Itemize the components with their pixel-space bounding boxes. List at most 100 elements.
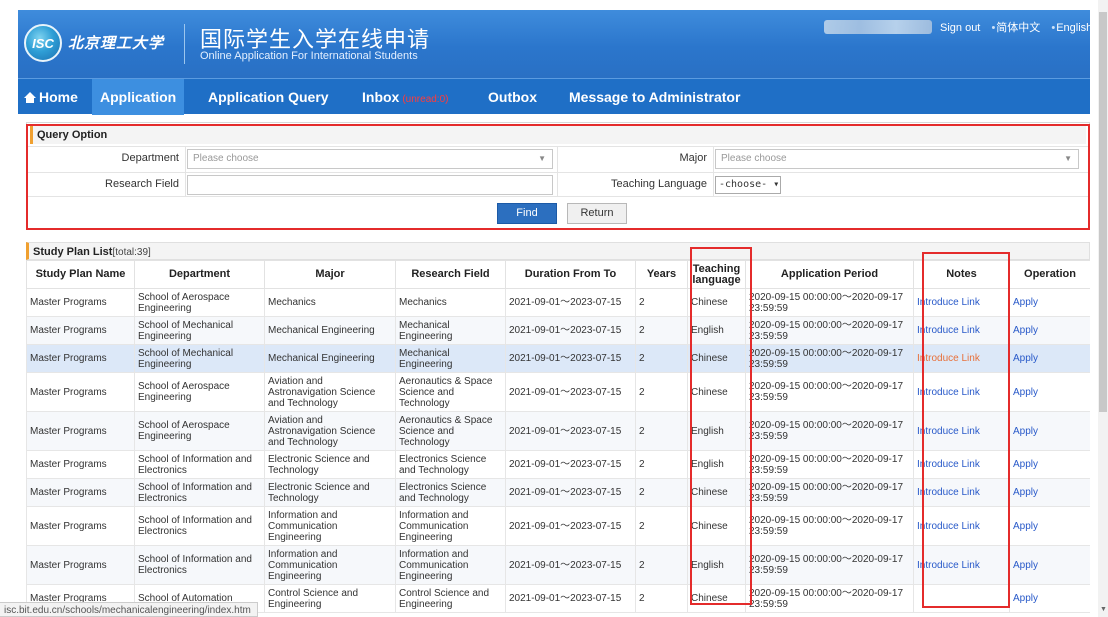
introduce-link[interactable]: Introduce Link bbox=[917, 297, 980, 308]
table-header-row: Study Plan Name Department Major Researc… bbox=[26, 260, 1090, 289]
table-row[interactable]: Master Programs School of Information an… bbox=[26, 545, 1090, 585]
list-total-count: [total:39] bbox=[112, 247, 151, 258]
nav-application[interactable]: Application bbox=[92, 79, 185, 115]
scrollbar-thumb[interactable] bbox=[1099, 12, 1107, 412]
isc-logo-icon[interactable]: ISC bbox=[24, 24, 62, 62]
apply-link[interactable]: Apply bbox=[1013, 426, 1038, 437]
research-field-cell: Information and Communication Engineerin… bbox=[395, 506, 506, 546]
introduce-link[interactable]: Introduce Link bbox=[917, 459, 980, 470]
table-row[interactable]: Master Programs School of Aerospace Engi… bbox=[26, 411, 1090, 451]
home-icon bbox=[24, 92, 36, 103]
teaching-language-cell: Chinese bbox=[687, 506, 746, 546]
col-header-operation[interactable]: Operation bbox=[1009, 260, 1090, 289]
col-header-teaching-language[interactable]: Teaching language bbox=[687, 260, 746, 289]
nav-message-admin[interactable]: Message to Administrator bbox=[569, 79, 740, 115]
bullet-icon: • bbox=[1051, 22, 1056, 34]
major-label: Major bbox=[679, 152, 707, 164]
col-header-department[interactable]: Department bbox=[134, 260, 265, 289]
nav-home[interactable]: Home bbox=[24, 79, 78, 115]
col-header-plan-name[interactable]: Study Plan Name bbox=[26, 260, 135, 289]
table-row[interactable]: Master Programs School of Aerospace Engi… bbox=[26, 372, 1090, 412]
apply-link[interactable]: Apply bbox=[1013, 560, 1038, 571]
plan-name-cell: Master Programs bbox=[26, 450, 135, 479]
col-header-years[interactable]: Years bbox=[635, 260, 688, 289]
operation-cell: Apply bbox=[1009, 372, 1090, 412]
introduce-link[interactable]: Introduce Link bbox=[917, 521, 980, 532]
department-cell: School of Mechanical Engineering bbox=[134, 316, 265, 345]
scroll-down-icon[interactable]: ▼ bbox=[1100, 606, 1107, 613]
nav-application-query[interactable]: Application Query bbox=[208, 79, 329, 115]
apply-link[interactable]: Apply bbox=[1013, 459, 1038, 470]
page-scrollbar[interactable]: ▼ bbox=[1098, 0, 1108, 617]
table-row[interactable]: Master Programs School of Information an… bbox=[26, 506, 1090, 546]
nav-inbox-label: Inbox bbox=[362, 89, 400, 105]
application-period-cell: 2020-09-15 00:00:00～2020-09-17 23:59:59 bbox=[745, 316, 914, 345]
apply-link[interactable]: Apply bbox=[1013, 487, 1038, 498]
department-placeholder: Please choose bbox=[193, 153, 259, 164]
introduce-link[interactable]: Introduce Link bbox=[917, 426, 980, 437]
top-links: Sign out •简体中文 •English bbox=[940, 19, 1090, 35]
apply-link[interactable]: Apply bbox=[1013, 387, 1038, 398]
teaching-language-cell: English bbox=[687, 411, 746, 451]
sign-out-link[interactable]: Sign out bbox=[940, 22, 980, 34]
introduce-link[interactable]: Introduce Link bbox=[917, 387, 980, 398]
col-header-duration[interactable]: Duration From To bbox=[505, 260, 636, 289]
application-period-cell: 2020-09-15 00:00:00～2020-09-17 23:59:59 bbox=[745, 506, 914, 546]
notes-cell bbox=[913, 584, 1010, 613]
years-cell: 2 bbox=[635, 316, 688, 345]
introduce-link[interactable]: Introduce Link bbox=[917, 560, 980, 571]
plan-name-cell: Master Programs bbox=[26, 372, 135, 412]
introduce-link[interactable]: Introduce Link bbox=[917, 487, 980, 498]
department-select[interactable]: Please choose ▼ bbox=[187, 149, 553, 169]
apply-link[interactable]: Apply bbox=[1013, 353, 1038, 364]
years-cell: 2 bbox=[635, 584, 688, 613]
list-title-text: Study Plan List bbox=[33, 246, 113, 258]
table-row[interactable]: Master Programs School of Mechanical Eng… bbox=[26, 316, 1090, 345]
major-select[interactable]: Please choose ▼ bbox=[715, 149, 1079, 169]
research-field-cell: Mechanical Engineering bbox=[395, 316, 506, 345]
apply-link[interactable]: Apply bbox=[1013, 297, 1038, 308]
col-header-research-field[interactable]: Research Field bbox=[395, 260, 506, 289]
site-title-en: Online Application For International Stu… bbox=[200, 50, 418, 62]
table-row-selected[interactable]: Master Programs School of Mechanical Eng… bbox=[26, 344, 1090, 373]
col-header-notes[interactable]: Notes bbox=[913, 260, 1010, 289]
chinese-language-link[interactable]: 简体中文 bbox=[996, 22, 1040, 34]
research-field-input[interactable] bbox=[187, 175, 553, 195]
table-row[interactable]: Master Programs School of Aerospace Engi… bbox=[26, 288, 1090, 317]
operation-cell: Apply bbox=[1009, 316, 1090, 345]
apply-link[interactable]: Apply bbox=[1013, 521, 1038, 532]
col-divider bbox=[185, 146, 186, 196]
unread-badge: (unread:0) bbox=[402, 94, 449, 105]
notes-cell: Introduce Link bbox=[913, 288, 1010, 317]
major-cell: Mechanical Engineering bbox=[264, 316, 396, 345]
introduce-link[interactable]: Introduce Link bbox=[917, 353, 980, 364]
nav-inbox[interactable]: Inbox (unread:0) bbox=[362, 79, 448, 115]
row-divider bbox=[27, 196, 1089, 197]
department-cell: School of Aerospace Engineering bbox=[134, 288, 265, 317]
find-button[interactable]: Find bbox=[497, 203, 557, 224]
header-divider bbox=[184, 24, 185, 64]
department-cell: School of Mechanical Engineering bbox=[134, 344, 265, 373]
application-period-cell: 2020-09-15 00:00:00～2020-09-17 23:59:59 bbox=[745, 372, 914, 412]
research-field-cell: Aeronautics & Space Science and Technolo… bbox=[395, 411, 506, 451]
teaching-language-select[interactable]: -choose- ▾ bbox=[715, 176, 781, 194]
status-bar-url: isc.bit.edu.cn/schools/mechanicalenginee… bbox=[0, 602, 258, 617]
major-cell: Mechanics bbox=[264, 288, 396, 317]
teaching-language-value: -choose- bbox=[719, 179, 768, 190]
col-header-major[interactable]: Major bbox=[264, 260, 396, 289]
apply-link[interactable]: Apply bbox=[1013, 325, 1038, 336]
return-button[interactable]: Return bbox=[567, 203, 627, 224]
years-cell: 2 bbox=[635, 288, 688, 317]
nav-outbox[interactable]: Outbox bbox=[488, 79, 537, 115]
table-row[interactable]: Master Programs School of Information an… bbox=[26, 450, 1090, 479]
table-row[interactable]: Master Programs School of Information an… bbox=[26, 478, 1090, 507]
apply-link[interactable]: Apply bbox=[1013, 593, 1038, 604]
major-cell: Mechanical Engineering bbox=[264, 344, 396, 373]
col-divider bbox=[713, 146, 714, 196]
notes-cell: Introduce Link bbox=[913, 506, 1010, 546]
introduce-link[interactable]: Introduce Link bbox=[917, 325, 980, 336]
col-header-application-period[interactable]: Application Period bbox=[745, 260, 914, 289]
row-divider bbox=[27, 146, 1089, 147]
english-language-link[interactable]: English bbox=[1056, 22, 1090, 34]
plan-name-cell: Master Programs bbox=[26, 506, 135, 546]
